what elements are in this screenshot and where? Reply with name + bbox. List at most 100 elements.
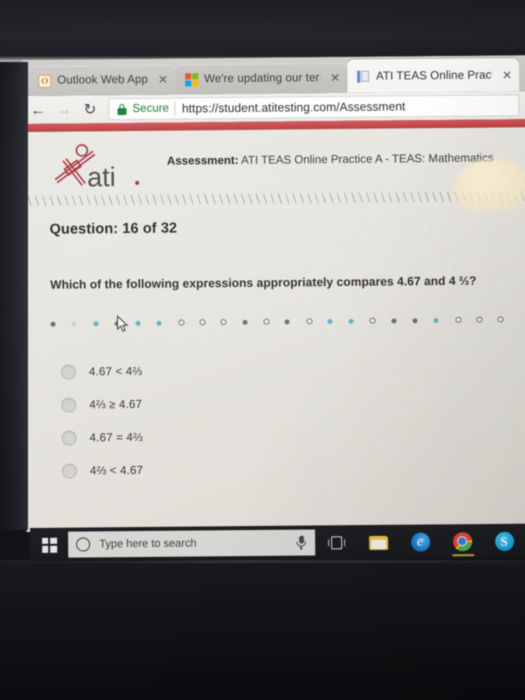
close-icon[interactable]: ✕ xyxy=(502,68,512,82)
tab-title: ATI TEAS Online Practice xyxy=(376,68,493,83)
back-icon[interactable]: ← xyxy=(28,100,47,119)
dot-indicator xyxy=(156,320,163,326)
answer-option[interactable]: 4⅔ ≥ 4.67 xyxy=(61,384,525,421)
tab-title: We're updating our term xyxy=(203,72,321,86)
question-nav-dot[interactable] xyxy=(327,318,348,324)
question-navigator-dots[interactable] xyxy=(50,313,525,332)
question-nav-dot[interactable] xyxy=(306,318,327,325)
question-nav-dot[interactable] xyxy=(220,319,242,326)
cortana-circle-icon[interactable] xyxy=(76,537,91,552)
dot-indicator xyxy=(178,319,185,326)
svg-text:ati: ati xyxy=(87,162,116,192)
dot-indicator xyxy=(327,318,333,324)
laptop-screen-photo: O Outlook Web App ✕ We're updating our t… xyxy=(0,0,525,700)
assessment-name: ATI TEAS Online Practice A - TEAS: Mathe… xyxy=(241,152,494,167)
skype-icon: S xyxy=(494,531,514,551)
browser-tab-microsoft-terms[interactable]: We're updating our term ✕ xyxy=(174,62,348,95)
dot-indicator xyxy=(220,319,227,326)
answer-option[interactable]: 4.67 < 4⅔ xyxy=(60,351,525,388)
browser-tab-outlook[interactable]: O Outlook Web App ✕ xyxy=(28,64,176,96)
reload-icon[interactable]: ↻ xyxy=(80,100,99,119)
dot-indicator xyxy=(369,317,376,324)
dot-indicator xyxy=(497,316,504,323)
question-nav-dot[interactable] xyxy=(71,320,93,327)
lock-icon xyxy=(117,103,127,115)
close-icon[interactable]: ✕ xyxy=(330,71,340,85)
question-nav-dot[interactable] xyxy=(135,320,157,326)
address-bar[interactable]: Secure https://student.atitesting.com/As… xyxy=(108,94,520,121)
ati-page-icon xyxy=(357,70,370,83)
dot-indicator xyxy=(199,319,206,326)
close-icon[interactable]: ✕ xyxy=(158,73,168,87)
dot-indicator xyxy=(263,318,270,325)
question-nav-dot[interactable] xyxy=(433,317,455,323)
dot-indicator xyxy=(135,320,141,326)
assessment-header: ati Assessment: ATI TEAS Online Practice… xyxy=(23,127,525,192)
file-explorer-button[interactable] xyxy=(357,525,399,559)
question-nav-dot[interactable] xyxy=(242,319,263,325)
ati-logo: ati xyxy=(49,141,141,192)
answer-option-label: 4.67 < 4⅔ xyxy=(88,365,143,378)
browser-window: O Outlook Web App ✕ We're updating our t… xyxy=(22,55,525,532)
search-input[interactable]: Type here to search xyxy=(68,529,316,558)
question-nav-dot[interactable] xyxy=(263,318,284,325)
search-placeholder: Type here to search xyxy=(99,537,197,551)
dot-indicator xyxy=(476,316,483,323)
edge-button[interactable]: e xyxy=(399,524,441,558)
tab-title: Outlook Web App xyxy=(57,73,149,87)
question-nav-dot[interactable] xyxy=(114,320,135,326)
answer-option[interactable]: 4.67 = 4⅔ xyxy=(61,417,525,454)
laptop-keyboard-area xyxy=(0,560,525,700)
dot-indicator xyxy=(412,317,418,323)
assessment-label: Assessment: xyxy=(166,154,239,168)
question-nav-dot[interactable] xyxy=(178,319,199,326)
question-nav-dot[interactable] xyxy=(412,317,434,323)
dot-indicator xyxy=(391,317,397,323)
dot-indicator xyxy=(242,319,248,325)
question-nav-dot[interactable] xyxy=(284,318,306,324)
microsoft-icon xyxy=(184,72,199,86)
question-nav-dot[interactable] xyxy=(476,316,497,323)
browser-tab-ati-teas[interactable]: ATI TEAS Online Practice ✕ xyxy=(346,58,520,93)
answer-option-label: 4⅔ < 4.67 xyxy=(89,464,144,477)
question-nav-dot[interactable] xyxy=(497,316,519,323)
screen-glare xyxy=(453,159,525,212)
dot-indicator xyxy=(93,320,99,326)
file-explorer-icon xyxy=(368,534,388,550)
question-nav-dot[interactable] xyxy=(369,317,391,324)
question-nav-dot[interactable] xyxy=(455,316,476,323)
answer-option[interactable]: 4⅔ < 4.67 xyxy=(61,450,525,487)
assessment-title: Assessment: ATI TEAS Online Practice A -… xyxy=(167,152,494,175)
microphone-icon[interactable] xyxy=(295,535,307,550)
answer-option-label: 4.67 = 4⅔ xyxy=(89,431,143,444)
answer-options[interactable]: 4.67 < 4⅔ 4⅔ ≥ 4.67 4.67 = 4⅔ 4⅔ < 4.67 xyxy=(60,351,525,487)
question-nav-dot[interactable] xyxy=(199,319,221,326)
radio-button[interactable] xyxy=(61,430,77,446)
dot-indicator xyxy=(433,317,439,323)
question-nav-dot[interactable] xyxy=(50,321,72,327)
forward-icon[interactable]: → xyxy=(54,100,73,119)
browser-tab-strip: O Outlook Web App ✕ We're updating our t… xyxy=(22,55,525,96)
security-status-label: Secure xyxy=(132,102,169,115)
chrome-button[interactable] xyxy=(441,524,483,558)
windows-logo-icon xyxy=(41,537,57,553)
dot-indicator xyxy=(348,318,354,324)
skype-button[interactable]: S xyxy=(483,524,525,558)
assessment-page: ati Assessment: ATI TEAS Online Practice… xyxy=(22,127,525,532)
question-nav-dot[interactable] xyxy=(156,320,178,326)
start-button[interactable] xyxy=(30,528,68,562)
active-app-indicator xyxy=(452,554,475,557)
radio-button[interactable] xyxy=(60,364,77,380)
divider xyxy=(174,101,176,116)
question-nav-dot[interactable] xyxy=(93,320,114,326)
question-counter: Question: 16 of 32 xyxy=(49,220,178,238)
radio-button[interactable] xyxy=(61,463,78,479)
question-nav-dot[interactable] xyxy=(391,317,412,323)
windows-taskbar: Type here to search e S xyxy=(30,523,525,562)
task-view-button[interactable] xyxy=(315,525,357,559)
url-text: https://student.atitesting.com/Assessmen… xyxy=(181,99,406,116)
radio-button[interactable] xyxy=(61,397,77,413)
question-nav-dot[interactable] xyxy=(348,318,370,324)
dot-indicator xyxy=(306,318,313,325)
task-view-icon xyxy=(327,535,345,549)
